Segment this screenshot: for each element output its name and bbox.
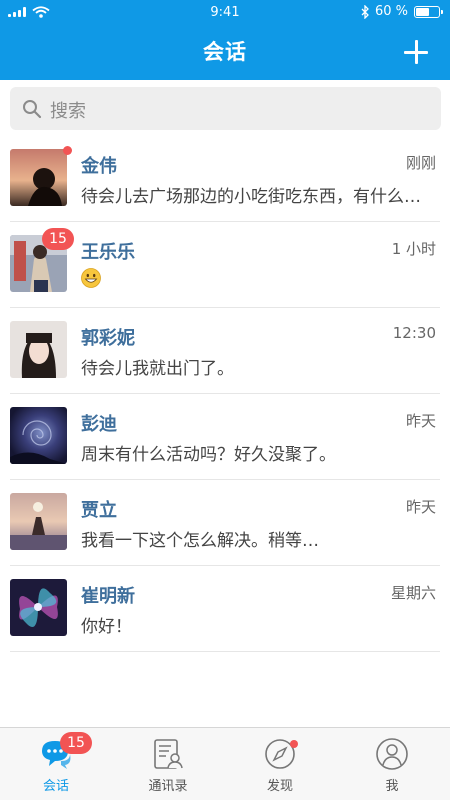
avatar (10, 321, 67, 378)
tab-conversations[interactable]: 15 会话 (0, 728, 112, 800)
message-preview: 你好！ (81, 617, 132, 637)
message-preview: 待会儿去广场那边的小吃街吃东西，有什么想吃的吗？ (81, 187, 426, 207)
message-preview: 周末有什么活动吗？好久没聚了。 (81, 445, 336, 465)
contact-name: 金伟 (81, 156, 117, 177)
tab-label: 发现 (266, 779, 293, 794)
conversation-item[interactable]: 贾立 昨天 我看一下这个怎么解决。稍等… (0, 480, 450, 566)
page-title: 会话 (203, 40, 247, 64)
bluetooth-icon (361, 4, 369, 19)
conversation-item[interactable]: 崔明新 星期六 你好！ (0, 566, 450, 652)
avatar (10, 149, 67, 206)
tab-badge: 15 (60, 732, 92, 754)
status-bar: 9:41 60 % (0, 0, 450, 24)
avatar (10, 407, 67, 464)
conversation-item[interactable]: 彭迪 昨天 周末有什么活动吗？好久没聚了。 (0, 394, 450, 480)
message-preview: 待会儿我就出门了。 (81, 359, 234, 379)
user-icon (376, 738, 408, 770)
plus-icon[interactable] (404, 40, 428, 64)
avatar (10, 493, 67, 550)
battery-percent: 60 % (374, 4, 408, 19)
divider (10, 651, 440, 652)
unread-count-badge: 15 (42, 228, 74, 250)
contact-name: 贾立 (81, 500, 117, 521)
avatar (10, 579, 67, 636)
tab-discover[interactable]: 发现 (224, 728, 336, 800)
contact-name: 彭迪 (81, 414, 117, 435)
contacts-icon (154, 739, 183, 769)
search-area: 搜索 (0, 80, 450, 136)
message-time: 昨天 (405, 498, 436, 516)
tab-label: 通讯录 (148, 779, 188, 794)
contact-name: 崔明新 (81, 586, 135, 607)
message-preview (81, 268, 426, 293)
message-time: 星期六 (390, 584, 436, 602)
unread-dot (63, 146, 72, 155)
tab-label: 会话 (42, 779, 69, 794)
contact-name: 郭彩妮 (81, 328, 135, 349)
conversation-list: 金伟 刚刚 待会儿去广场那边的小吃街吃东西，有什么想吃的吗？ 王乐乐 1 小时 (0, 136, 450, 652)
conversation-item[interactable]: 郭彩妮 12:30 待会儿我就出门了。 (0, 308, 450, 394)
tab-bar: 15 会话 通讯录 发现 我 (0, 727, 450, 800)
battery-icon (414, 5, 443, 18)
conversation-item[interactable]: 金伟 刚刚 待会儿去广场那边的小吃街吃东西，有什么想吃的吗？ (0, 136, 450, 222)
search-placeholder: 搜索 (50, 101, 86, 122)
tab-me[interactable]: 我 (336, 728, 448, 800)
message-time: 昨天 (405, 412, 436, 430)
tab-contacts[interactable]: 通讯录 (112, 728, 224, 800)
contact-name: 王乐乐 (81, 242, 135, 263)
top-header: 9:41 60 % 会话 (0, 0, 450, 80)
search-input[interactable]: 搜索 (10, 87, 441, 130)
message-time: 刚刚 (405, 154, 436, 172)
message-time: 12:30 (392, 324, 436, 342)
message-preview: 我看一下这个怎么解决。稍等… (81, 531, 319, 551)
tab-label: 我 (385, 779, 399, 794)
message-time: 1 小时 (391, 240, 436, 258)
grinning-face-emoji (81, 268, 101, 288)
search-icon (23, 100, 42, 119)
tab-notification-dot (290, 740, 298, 748)
